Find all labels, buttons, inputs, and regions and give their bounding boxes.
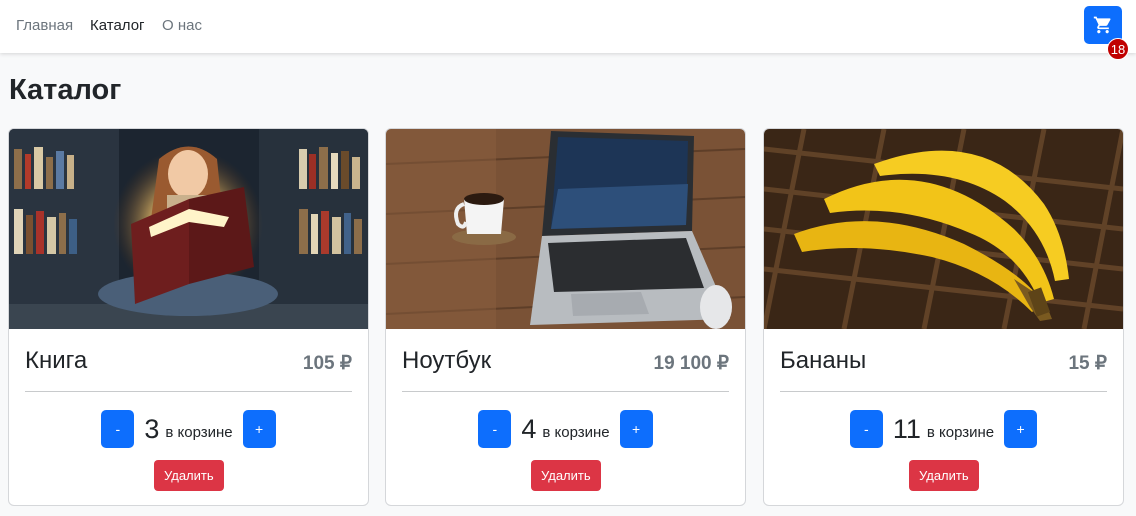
decrease-qty-button[interactable]: - (478, 410, 512, 448)
product-name: Ноутбук (402, 347, 492, 374)
product-price: 15 ₽ (1068, 353, 1107, 374)
decrease-qty-button[interactable]: - (101, 410, 135, 448)
quantity-controls: - 3 в корзине + (9, 410, 368, 448)
card-divider (402, 391, 729, 392)
shopping-cart-icon (1093, 16, 1111, 34)
product-image-bananas (764, 129, 1123, 329)
product-card-bananas: Бананы 15 ₽ - 11 в корзине + Удалить (763, 128, 1124, 506)
product-image-book (9, 129, 368, 329)
increase-qty-button[interactable]: + (242, 410, 276, 448)
in-cart-label: в корзине (542, 423, 610, 441)
in-cart-label: в корзине (926, 423, 995, 441)
quantity-value: 11 (892, 413, 921, 444)
product-card-book: Книга 105 ₽ - 3 в корзине + Удалить (8, 128, 369, 506)
product-price: 19 100 ₽ (653, 353, 729, 374)
product-image-laptop (386, 129, 745, 329)
delete-button[interactable]: Удалить (154, 460, 224, 491)
delete-button[interactable]: Удалить (909, 460, 979, 491)
product-name: Книга (25, 347, 88, 374)
page-title: Каталог (9, 74, 122, 106)
product-price: 105 ₽ (302, 353, 352, 374)
quantity-value: 4 (521, 413, 537, 444)
decrease-qty-button[interactable]: - (849, 410, 883, 448)
increase-qty-button[interactable]: + (1004, 410, 1038, 448)
product-name: Бананы (780, 347, 867, 374)
nav-link-catalog[interactable]: Каталог (90, 17, 145, 34)
in-cart-label: в корзине (165, 423, 233, 441)
top-navbar: Главная Каталог О нас (0, 0, 1136, 53)
quantity-controls: - 4 в корзине + (386, 410, 745, 448)
cart-count-badge: 18 (1107, 38, 1129, 60)
card-divider (25, 391, 352, 392)
product-card-laptop: Ноутбук 19 100 ₽ - 4 в корзине + Удалить (385, 128, 746, 506)
increase-qty-button[interactable]: + (619, 410, 653, 448)
delete-button[interactable]: Удалить (531, 460, 601, 491)
nav-link-home[interactable]: Главная (16, 17, 73, 34)
quantity-controls: - 11 в корзине + (764, 410, 1123, 448)
nav-link-about[interactable]: О нас (162, 17, 202, 34)
card-divider (780, 391, 1107, 392)
quantity-value: 3 (144, 413, 160, 444)
